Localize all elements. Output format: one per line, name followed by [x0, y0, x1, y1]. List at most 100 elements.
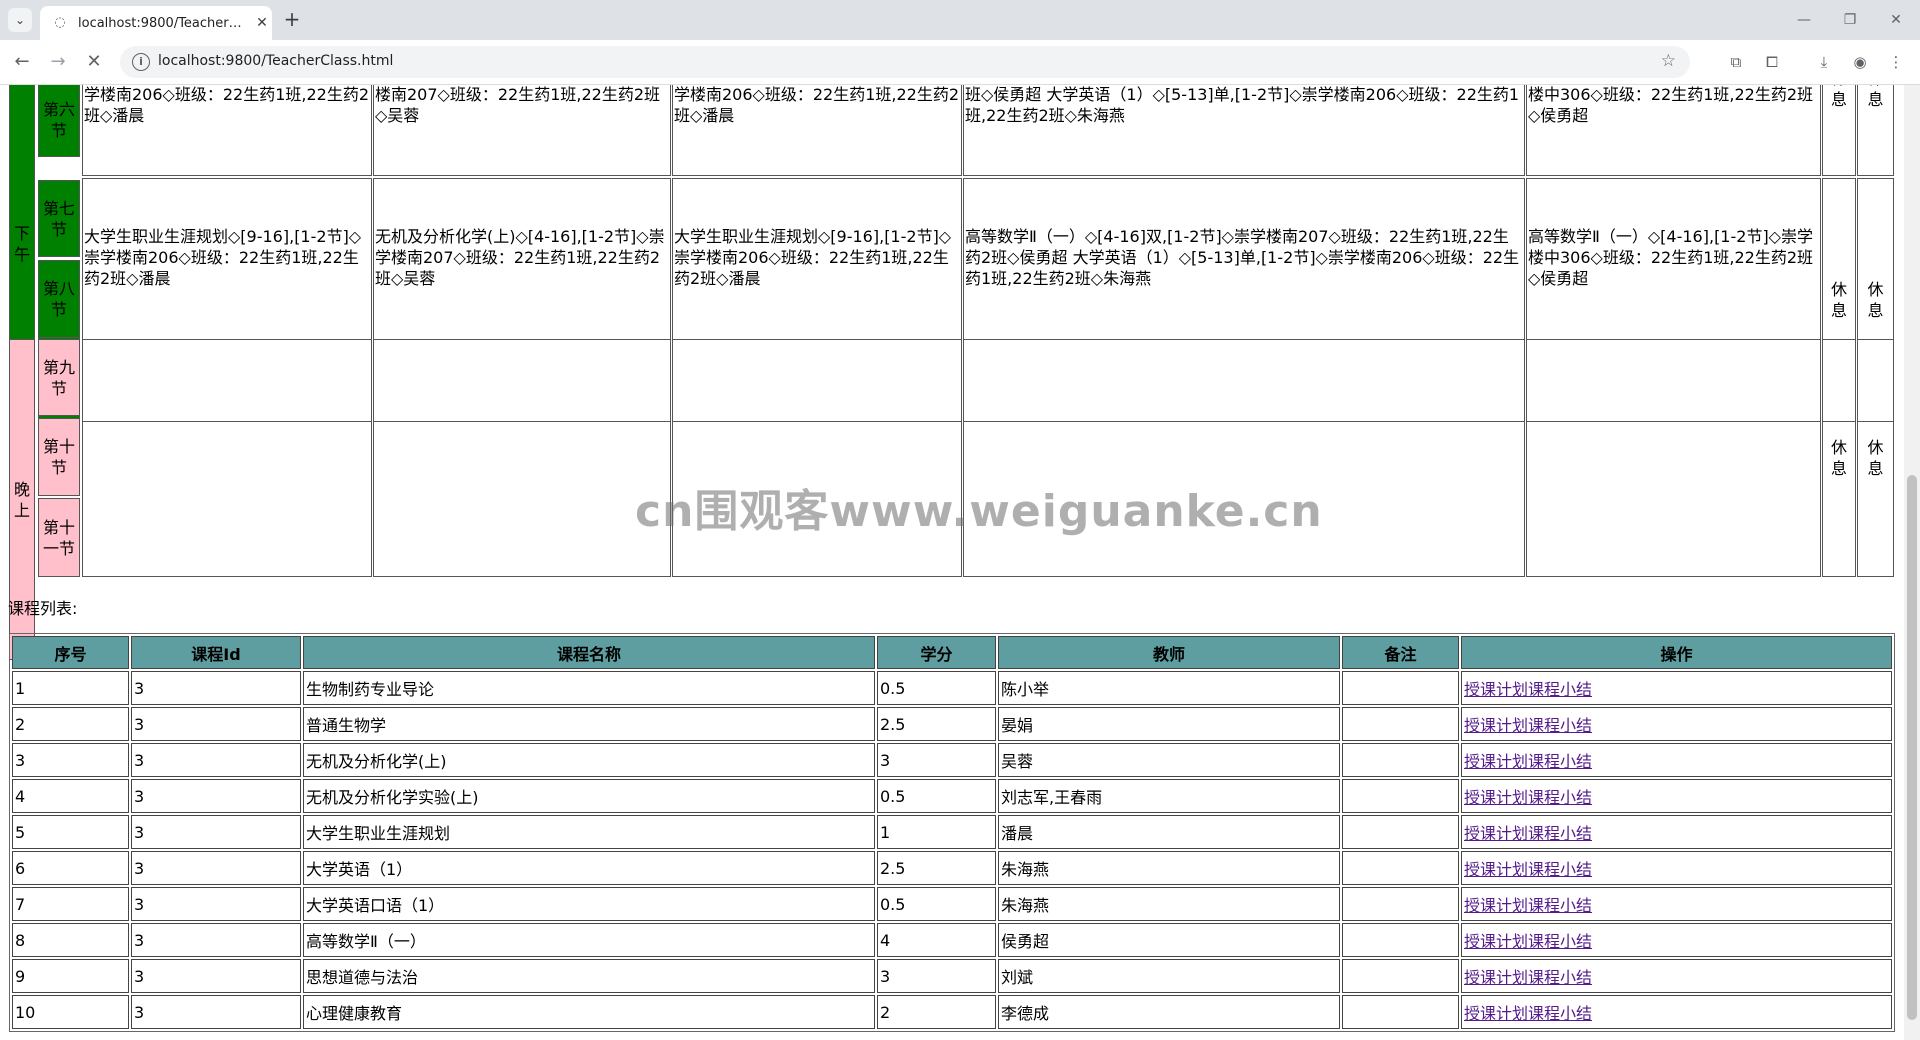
col-header-id: 课程Id: [131, 636, 301, 669]
profile-icon[interactable]: ◉: [1848, 50, 1872, 74]
cell-action: 授课计划课程小结: [1461, 959, 1892, 993]
cell-note: [1342, 743, 1459, 777]
cell-id: 3: [131, 887, 301, 921]
close-window-icon[interactable]: ✕: [1886, 10, 1906, 30]
cell-action: 授课计划课程小结: [1461, 923, 1892, 957]
lesson-plan-summary-link[interactable]: 授课计划课程小结: [1464, 932, 1592, 951]
table-row: 1 3 生物制药专业导论 0.5 陈小举 授课计划课程小结: [12, 671, 1892, 705]
col-header-name: 课程名称: [303, 636, 875, 669]
lesson-plan-summary-link[interactable]: 授课计划课程小结: [1464, 968, 1592, 987]
session-label: 第六节: [42, 100, 75, 140]
page-viewport: 下午 第六节 第七节 第八节 学楼南206◇班级：22生药1班,22生药2班◇潘…: [0, 85, 1904, 1040]
cell-credit: 2: [877, 995, 996, 1029]
table-row: 4 3 无机及分析化学实验(上) 0.5 刘志军,王春雨 授课计划课程小结: [12, 779, 1892, 813]
cell-teacher: 李德成: [998, 995, 1340, 1029]
cell-note: [1342, 707, 1459, 741]
close-tab-icon[interactable]: ✕: [254, 15, 270, 31]
cell-name: 大学英语（1）: [303, 851, 875, 885]
browser-tab[interactable]: ◌ localhost:9800/TeacherClass.html ✕: [40, 6, 272, 40]
lesson-plan-summary-link[interactable]: 授课计划课程小结: [1464, 752, 1592, 771]
cell-text: 学楼南206◇班级：22生药1班,22生药2班◇潘晨: [84, 85, 370, 125]
course-table: 序号 课程Id 课程名称 学分 教师 备注 操作 1 3 生物制药专业导论 0.5 陈小…: [9, 633, 1895, 1032]
cast-icon[interactable]: ⧉: [1724, 50, 1748, 74]
table-row: 7 3 大学英语口语（1） 0.5 朱海燕 授课计划课程小结: [12, 887, 1892, 921]
lesson-plan-summary-link[interactable]: 授课计划课程小结: [1464, 680, 1592, 699]
course-list-label: 课程列表:: [8, 599, 78, 618]
cell-credit: 0.5: [877, 887, 996, 921]
table-row: 3 3 无机及分析化学(上) 3 吴蓉 授课计划课程小结: [12, 743, 1892, 777]
session-label: 第十节: [42, 437, 75, 477]
rest-text: 休息: [1867, 280, 1884, 320]
period-label: 晚上: [13, 479, 30, 520]
table-row: 6 3 大学英语（1） 2.5 朱海燕 授课计划课程小结: [12, 851, 1892, 885]
cell-teacher: 朱海燕: [998, 851, 1340, 885]
forward-arrow-icon[interactable]: →: [46, 50, 70, 74]
cell-credit: 0.5: [877, 779, 996, 813]
cell-credit: 3: [877, 959, 996, 993]
period-label: 下午: [13, 223, 30, 264]
cell-action: 授课计划课程小结: [1461, 743, 1892, 777]
restore-icon[interactable]: ❐: [1840, 10, 1860, 30]
cell-text: 高等数学Ⅱ（一）◇[4-16]双,[1-2节]◇崇学楼南207◇班级：22生药1…: [965, 227, 1520, 288]
session-11: 第十一节: [38, 498, 80, 577]
cell-name: 心理健康教育: [303, 995, 875, 1029]
cell-cut-fri: 楼中306◇班级：22生药1班,22生药2班◇侯勇超: [1526, 85, 1821, 176]
cell-no: 6: [12, 851, 129, 885]
cell-name: 大学英语口语（1）: [303, 887, 875, 921]
tab-title: localhost:9800/TeacherClass.html: [78, 15, 248, 31]
cell-id: 3: [131, 851, 301, 885]
extensions-icon[interactable]: ⧠: [1760, 50, 1784, 74]
menu-kebab-icon[interactable]: ⋮: [1884, 50, 1908, 74]
cell-no: 5: [12, 815, 129, 849]
cell-cut-wed: 学楼南206◇班级：22生药1班,22生药2班◇潘晨: [672, 85, 962, 176]
table-row: 9 3 思想道德与法治 3 刘斌 授课计划课程小结: [12, 959, 1892, 993]
cell-no: 3: [12, 743, 129, 777]
session-label: 第十一节: [42, 517, 75, 558]
back-arrow-icon[interactable]: ←: [10, 50, 34, 74]
session-label: 第七节: [42, 198, 75, 239]
cell-teacher: 朱海燕: [998, 887, 1340, 921]
cell-text: 学楼南206◇班级：22生药1班,22生药2班◇潘晨: [674, 85, 960, 125]
cell-name: 生物制药专业导论: [303, 671, 875, 705]
cell-text: 大学生职业生涯规划◇[9-16],[1-2节]◇崇学楼南206◇班级：22生药1…: [84, 227, 362, 288]
scrollbar-thumb[interactable]: [1907, 475, 1917, 1020]
cell-cut-sun: 休息: [1857, 85, 1894, 176]
tab-search-button[interactable]: ⌄: [8, 8, 32, 32]
browser-toolbar: ← → ✕ i localhost:9800/TeacherClass.html…: [0, 40, 1920, 85]
cell-text: 无机及分析化学(上)◇[4-16],[1-2节]◇崇学楼南207◇班级：22生药…: [375, 227, 665, 288]
stop-loading-icon[interactable]: ✕: [82, 50, 106, 74]
cell-id: 3: [131, 923, 301, 957]
cell-teacher: 晏娟: [998, 707, 1340, 741]
lesson-plan-summary-link[interactable]: 授课计划课程小结: [1464, 1004, 1592, 1023]
vertical-scrollbar[interactable]: [1904, 85, 1920, 1040]
lesson-plan-summary-link[interactable]: 授课计划课程小结: [1464, 824, 1592, 843]
cell-no: 1: [12, 671, 129, 705]
download-icon[interactable]: ⤓: [1812, 50, 1836, 74]
lesson-plan-summary-link[interactable]: 授课计划课程小结: [1464, 788, 1592, 807]
rest-text: 休息: [1830, 85, 1847, 109]
new-tab-button[interactable]: +: [282, 9, 302, 30]
bookmark-star-icon[interactable]: ☆: [1661, 51, 1676, 71]
cell-action: 授课计划课程小结: [1461, 815, 1892, 849]
watermark-text: cn围观客www.weiguanke.cn: [635, 486, 1323, 537]
site-info-icon[interactable]: i: [132, 53, 150, 71]
lesson-plan-summary-link[interactable]: 授课计划课程小结: [1464, 860, 1592, 879]
cell-action: 授课计划课程小结: [1461, 707, 1892, 741]
cell-credit: 2.5: [877, 707, 996, 741]
cell-eve-fri: [1526, 339, 1821, 577]
cell-id: 3: [131, 995, 301, 1029]
rest-text: 休息: [1867, 85, 1884, 109]
cell-name: 高等数学Ⅱ（一）: [303, 923, 875, 957]
minimize-icon[interactable]: —: [1794, 10, 1814, 30]
cell-name: 无机及分析化学实验(上): [303, 779, 875, 813]
address-bar[interactable]: i localhost:9800/TeacherClass.html ☆: [120, 46, 1690, 78]
cell-note: [1342, 959, 1459, 993]
lesson-plan-summary-link[interactable]: 授课计划课程小结: [1464, 716, 1592, 735]
lesson-plan-summary-link[interactable]: 授课计划课程小结: [1464, 896, 1592, 915]
cell-cut-sat: 休息: [1822, 85, 1856, 176]
col-header-no: 序号: [12, 636, 129, 669]
col-header-action: 操作: [1461, 636, 1892, 669]
cell-eve-thu: [963, 339, 1525, 577]
cell-credit: 1: [877, 815, 996, 849]
session-9: 第九节: [38, 339, 80, 416]
